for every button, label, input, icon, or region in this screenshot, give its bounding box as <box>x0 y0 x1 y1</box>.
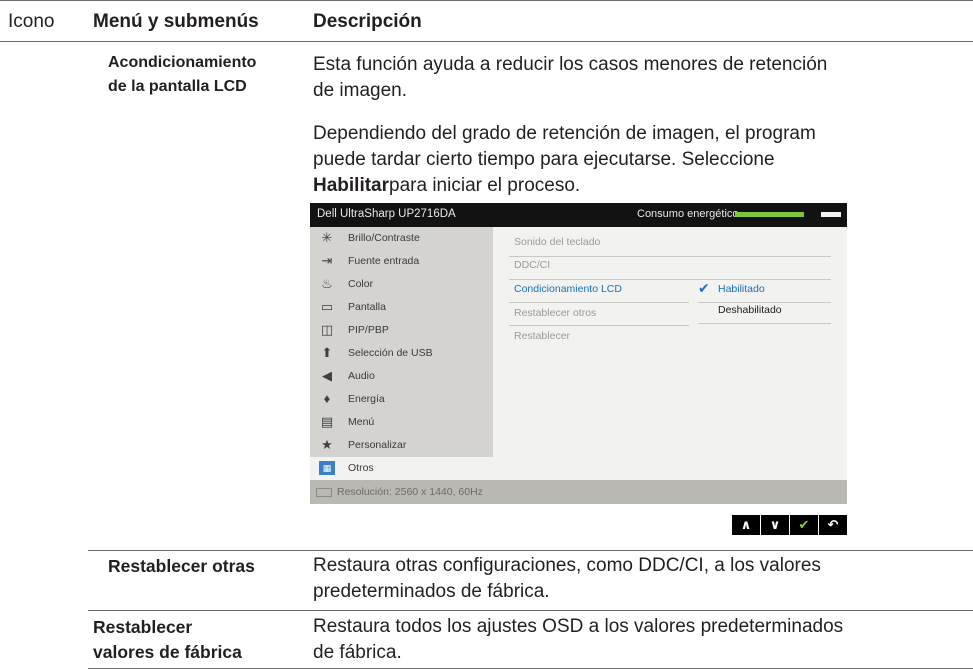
header-rule <box>0 41 973 42</box>
osd-footer: Resolución: 2560 x 1440, 60Hz <box>310 480 847 504</box>
submenu-other-reset[interactable]: Restablecer otros <box>514 307 596 319</box>
row-lcd-desc2-tail: para iniciar el proceso. <box>389 175 581 196</box>
osd-menu-label: Energía <box>348 393 385 405</box>
check-icon: ✔ <box>798 517 810 532</box>
sun-icon: ✳ <box>321 230 333 245</box>
osd-menu-item[interactable]: ▤ Menú <box>310 411 493 434</box>
osd-menu-label: Otros <box>348 462 374 474</box>
osd-model-name: Dell UltraSharp UP2716DA <box>317 208 456 220</box>
resolution-icon <box>316 488 332 497</box>
osd-menu-item[interactable]: ◫ PIP/PBP <box>310 319 493 342</box>
osd-menu-item[interactable]: ▭ Pantalla <box>310 296 493 319</box>
pip-icon: ◫ <box>320 322 334 337</box>
option-divider <box>698 323 831 324</box>
row-lcd-desc1-line1: Esta función ayuda a reducir los casos m… <box>313 54 828 75</box>
row-factory-reset-name: Restablecer valores de fábrica <box>93 615 242 665</box>
row-rule-2 <box>88 610 973 611</box>
confirm-button[interactable]: ✔ <box>790 515 818 535</box>
up-button[interactable]: ∧ <box>732 515 760 535</box>
osd-main-menu: ✳ Brillo/Contraste ⇥ Fuente entrada ♨ Color ▭ P… <box>310 227 493 480</box>
back-icon: ↶ <box>827 517 839 532</box>
submenu-factory-reset[interactable]: Restablecer <box>514 330 570 342</box>
osd-energy-label: Consumo energético <box>637 208 739 220</box>
speaker-icon: ◀ <box>322 368 332 383</box>
usb-icon: ⬆ <box>321 345 333 360</box>
osd-energy-meter-cap <box>821 212 841 217</box>
row-factory-desc-line1: Restaura todos los ajustes OSD a los val… <box>313 616 844 637</box>
osd-screenshot: Dell UltraSharp UP2716DA Consumo energét… <box>310 203 847 504</box>
submenu-keypad-sound[interactable]: Sonido del teclado <box>514 236 600 248</box>
osd-menu-label: Brillo/Contraste <box>348 232 420 244</box>
star-icon: ★ <box>321 437 333 452</box>
row-other-reset-desc-line1: Restaura otras configuraciones, como DDC… <box>313 555 821 576</box>
row-lcd-description-2: Dependiendo del grado de retención de im… <box>313 121 816 199</box>
submenu-lcd-conditioning[interactable]: Condicionamiento LCD <box>514 283 622 295</box>
osd-title-bar: Dell UltraSharp UP2716DA Consumo energét… <box>310 203 847 227</box>
down-button[interactable]: ∨ <box>761 515 789 535</box>
input-source-icon: ⇥ <box>321 253 333 268</box>
row-other-reset-name: Restablecer otras <box>108 556 255 576</box>
back-button[interactable]: ↶ <box>819 515 847 535</box>
osd-menu-item[interactable]: ◀ Audio <box>310 365 493 388</box>
row-factory-reset-description: Restaura todos los ajustes OSD a los val… <box>313 614 843 666</box>
row-lcd-desc2-line3: Habilitarpara iniciar el proceso. <box>313 173 816 199</box>
row-lcd-description-1: Esta función ayuda a reducir los casos m… <box>313 52 827 104</box>
others-icon: ▦ <box>319 461 335 475</box>
color-icon: ♨ <box>321 276 333 291</box>
osd-menu-label: Menú <box>348 416 375 428</box>
submenu-ddcci[interactable]: DDC/CI <box>514 259 550 271</box>
display-icon: ▭ <box>320 299 334 314</box>
osd-energy-meter <box>735 212 804 217</box>
enable-keyword: Habilitar <box>313 175 390 196</box>
check-icon: ✔ <box>698 280 710 296</box>
row-lcd-desc2-line2: puede tardar cierto tiempo para ejecutar… <box>313 149 775 170</box>
option-enabled[interactable]: Habilitado <box>718 283 765 295</box>
top-rule <box>0 0 973 1</box>
energy-icon: ♦ <box>323 391 331 406</box>
submenu-divider <box>509 302 689 303</box>
osd-menu-item[interactable]: ⬆ Selección de USB <box>310 342 493 365</box>
header-description: Descripción <box>313 11 422 32</box>
submenu-divider <box>509 279 831 280</box>
osd-menu-label: Pantalla <box>348 301 386 313</box>
row-lcd-desc2-line1: Dependiendo del grado de retención de im… <box>313 123 816 144</box>
osd-menu-item[interactable]: ♦ Energía <box>310 388 493 411</box>
menu-icon: ▤ <box>320 414 334 429</box>
osd-menu-label: Selección de USB <box>348 347 433 359</box>
row-other-reset-description: Restaura otras configuraciones, como DDC… <box>313 553 821 605</box>
submenu-divider <box>509 325 689 326</box>
row-lcd-name-line1: Acondicionamiento <box>108 54 257 71</box>
osd-menu-label: Fuente entrada <box>348 255 420 267</box>
row-lcd-conditioning-name: Acondicionamiento de la pantalla LCD <box>108 51 256 99</box>
row-factory-name-line2: valores de fábrica <box>93 642 242 662</box>
row-factory-name-line1: Restablecer <box>93 617 193 637</box>
row-other-reset-desc-line2: predeterminados de fábrica. <box>313 581 550 602</box>
osd-submenu-panel: Sonido del teclado DDC/CI Condicionamien… <box>493 227 847 480</box>
osd-menu-label: Color <box>348 278 374 290</box>
row-lcd-desc1-line2: de imagen. <box>313 80 408 101</box>
osd-menu-item[interactable]: ✳ Brillo/Contraste <box>310 227 493 250</box>
chevron-up-icon: ∧ <box>740 517 752 532</box>
osd-menu-label: Audio <box>348 370 375 382</box>
osd-menu-label: Personalizar <box>348 439 407 451</box>
osd-menu-item[interactable]: ⇥ Fuente entrada <box>310 250 493 273</box>
option-divider <box>698 302 831 303</box>
header-icon: Icono <box>8 11 55 32</box>
osd-menu-label: PIP/PBP <box>348 324 389 336</box>
osd-resolution: Resolución: 2560 x 1440, 60Hz <box>337 486 483 498</box>
submenu-divider <box>509 256 831 257</box>
row-lcd-name-line2: de la pantalla LCD <box>108 78 247 95</box>
row-factory-desc-line2: de fábrica. <box>313 642 402 663</box>
osd-menu-item[interactable]: ▦ Otros <box>310 457 493 480</box>
row-rule-1 <box>88 550 973 551</box>
osd-menu-item[interactable]: ★ Personalizar <box>310 434 493 457</box>
chevron-down-icon: ∨ <box>769 517 781 532</box>
option-disabled[interactable]: Deshabilitado <box>718 304 782 316</box>
header-menu: Menú y submenús <box>93 11 259 32</box>
osd-menu-item[interactable]: ♨ Color <box>310 273 493 296</box>
